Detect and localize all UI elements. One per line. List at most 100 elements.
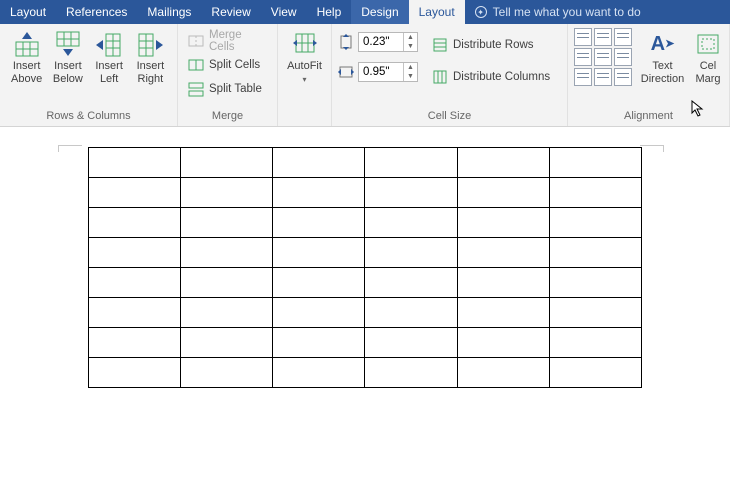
table-cell[interactable] [457, 238, 549, 268]
table-cell[interactable] [549, 328, 641, 358]
table-cell[interactable] [457, 298, 549, 328]
insert-below-button[interactable]: InsertBelow [47, 28, 88, 86]
table-cell[interactable] [89, 268, 181, 298]
autofit-button[interactable]: AutoFit▾ [284, 28, 325, 86]
split-table-icon [188, 81, 204, 97]
table-cell[interactable] [457, 268, 549, 298]
spinner-down-icon[interactable]: ▼ [404, 72, 417, 81]
autofit-icon [290, 30, 320, 58]
tab-layout[interactable]: Layout [0, 0, 56, 24]
group-merge: Merge Cells Split Cells Split Table Merg… [178, 24, 278, 126]
document-area[interactable] [0, 127, 730, 408]
align-top-right[interactable] [614, 28, 632, 46]
spinner-up-icon[interactable]: ▲ [404, 63, 417, 72]
align-bottom-left[interactable] [574, 68, 592, 86]
tab-table-layout[interactable]: Layout [409, 0, 465, 24]
table-cell[interactable] [457, 178, 549, 208]
table-cell[interactable] [549, 358, 641, 388]
align-middle-center[interactable] [594, 48, 612, 66]
table-cell[interactable] [181, 208, 273, 238]
table-cell[interactable] [365, 328, 457, 358]
table-cell[interactable] [365, 208, 457, 238]
tell-me-search[interactable]: ✦ Tell me what you want to do [465, 0, 651, 24]
align-middle-right[interactable] [614, 48, 632, 66]
align-middle-left[interactable] [574, 48, 592, 66]
table-cell[interactable] [457, 358, 549, 388]
table-cell[interactable] [89, 208, 181, 238]
ribbon: InsertAbove InsertBelow InsertLeft Inser… [0, 24, 730, 127]
table-cell[interactable] [549, 238, 641, 268]
tab-view[interactable]: View [261, 0, 307, 24]
distribute-rows-button[interactable]: Distribute Rows [428, 34, 554, 56]
table-cell[interactable] [89, 358, 181, 388]
table-cell[interactable] [273, 178, 365, 208]
cell-margins-button[interactable]: CelMarg [693, 28, 723, 86]
distribute-columns-button[interactable]: Distribute Columns [428, 66, 554, 88]
table-cell[interactable] [549, 268, 641, 298]
align-bottom-center[interactable] [594, 68, 612, 86]
table-cell[interactable] [365, 268, 457, 298]
tab-mailings[interactable]: Mailings [137, 0, 201, 24]
table-cell[interactable] [89, 148, 181, 178]
table-cell[interactable] [457, 328, 549, 358]
split-cells-button[interactable]: Split Cells [184, 54, 271, 76]
table-cell[interactable] [365, 178, 457, 208]
table-cell[interactable] [457, 208, 549, 238]
insert-right-icon [135, 30, 165, 58]
table-cell[interactable] [549, 148, 641, 178]
table-cell[interactable] [549, 178, 641, 208]
table-cell[interactable] [89, 178, 181, 208]
tab-references[interactable]: References [56, 0, 137, 24]
table-cell[interactable] [181, 268, 273, 298]
table-cell[interactable] [181, 298, 273, 328]
group-label-cell-size: Cell Size [332, 108, 567, 126]
insert-above-icon [12, 30, 42, 58]
spinner-up-icon[interactable]: ▲ [404, 33, 417, 42]
table-cell[interactable] [89, 298, 181, 328]
lightbulb-icon: ✦ [475, 6, 487, 18]
table-cell[interactable] [457, 148, 549, 178]
table-cell[interactable] [181, 148, 273, 178]
table-cell[interactable] [273, 298, 365, 328]
table-cell[interactable] [273, 328, 365, 358]
table-cell[interactable] [181, 178, 273, 208]
ribbon-tab-bar: Layout References Mailings Review View H… [0, 0, 730, 24]
table-cell[interactable] [273, 358, 365, 388]
table-cell[interactable] [273, 208, 365, 238]
table-cell[interactable] [273, 238, 365, 268]
document-table[interactable] [88, 147, 642, 388]
insert-above-button[interactable]: InsertAbove [6, 28, 47, 86]
group-alignment: A➤ TextDirection CelMarg Alignment [568, 24, 730, 126]
table-cell[interactable] [365, 238, 457, 268]
insert-right-button[interactable]: InsertRight [130, 28, 171, 86]
align-bottom-right[interactable] [614, 68, 632, 86]
split-table-button[interactable]: Split Table [184, 78, 271, 100]
tab-table-design[interactable]: Design [351, 0, 408, 24]
insert-below-icon [53, 30, 83, 58]
table-cell[interactable] [89, 328, 181, 358]
tab-review[interactable]: Review [201, 0, 260, 24]
insert-left-button[interactable]: InsertLeft [89, 28, 130, 86]
row-height-input[interactable]: ▲▼ [358, 32, 418, 52]
table-cell[interactable] [365, 298, 457, 328]
table-cell[interactable] [181, 328, 273, 358]
table-cell[interactable] [273, 148, 365, 178]
col-width-input[interactable]: ▲▼ [358, 62, 418, 82]
table-cell[interactable] [181, 238, 273, 268]
spinner-down-icon[interactable]: ▼ [404, 42, 417, 51]
table-cell[interactable] [273, 268, 365, 298]
align-top-left[interactable] [574, 28, 592, 46]
group-label-autofit-spacer [278, 108, 331, 126]
text-direction-button[interactable]: A➤ TextDirection [640, 28, 685, 86]
tell-me-placeholder: Tell me what you want to do [493, 5, 641, 19]
table-cell[interactable] [181, 358, 273, 388]
align-top-center[interactable] [594, 28, 612, 46]
table-cell[interactable] [365, 358, 457, 388]
table-cell[interactable] [365, 148, 457, 178]
table-cell[interactable] [89, 238, 181, 268]
ruler-margin-right [640, 145, 664, 152]
tab-help[interactable]: Help [307, 0, 352, 24]
alignment-grid[interactable] [574, 28, 632, 86]
table-cell[interactable] [549, 208, 641, 238]
table-cell[interactable] [549, 298, 641, 328]
